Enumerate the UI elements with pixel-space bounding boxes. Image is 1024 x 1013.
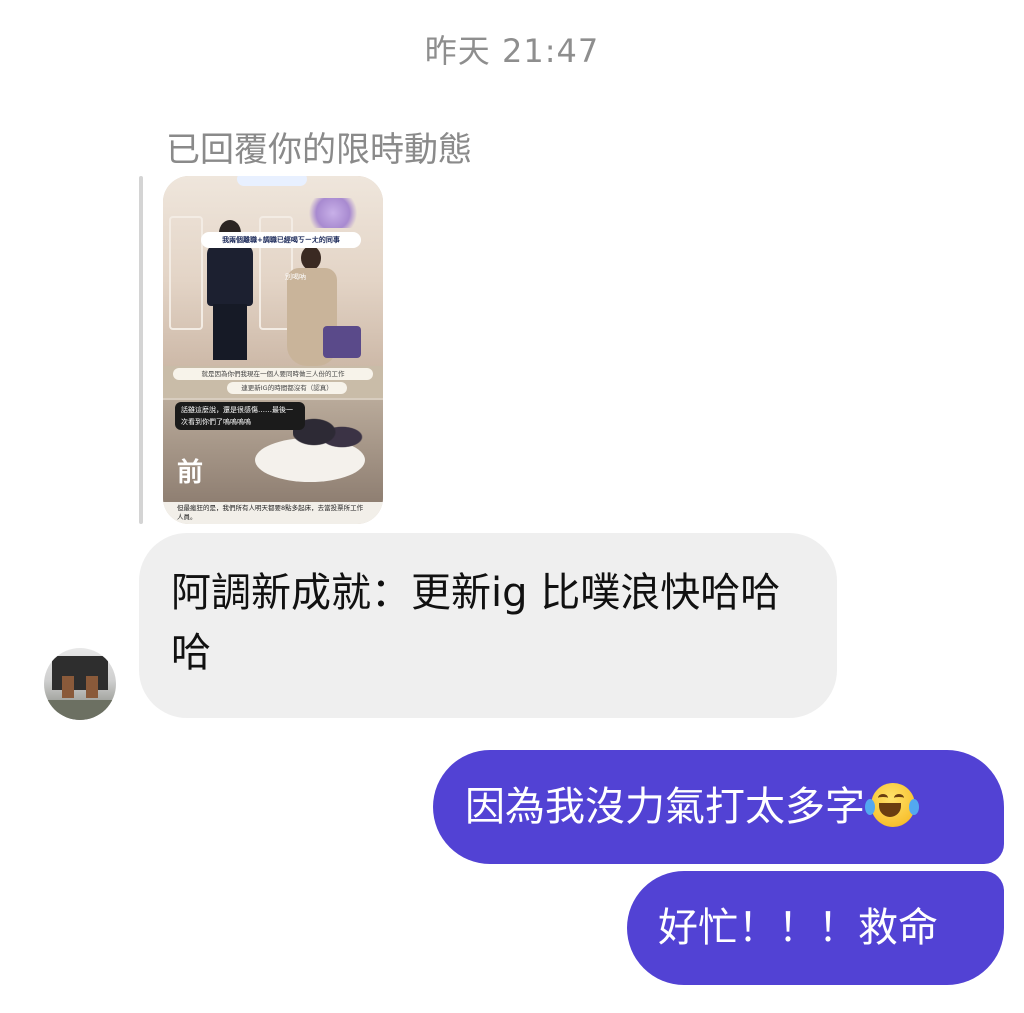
outgoing-message-text: 好忙！！！救命: [658, 905, 938, 951]
message-timestamp: 昨天 21:47: [424, 32, 600, 70]
reply-indicator-bar: [139, 176, 143, 524]
outgoing-message-bubble[interactable]: 好忙！！！救命: [627, 871, 1004, 985]
story-caption-line-1: 就是因為你們我現在一個人要同時做三人份的工作: [173, 368, 373, 380]
story-quote: 話雖這麼說，還是很感傷……最後一次看到你們了嗚嗚嗚嗚: [175, 402, 305, 430]
face-with-tears-of-joy-icon: [865, 781, 919, 829]
story-thumbnail[interactable]: 我兩個離職+調職已經喝ㄎㄧㄤ的同事 別喝吶 就是因為你們我現在一個人要同時做三人…: [163, 176, 383, 524]
chandelier: [303, 198, 363, 228]
outgoing-message-text: 因為我沒力氣打太多字: [465, 784, 865, 830]
story-top-tag: [237, 176, 307, 186]
story-reply-label: 已回覆你的限時動態: [166, 130, 472, 170]
story-side-tag: 別喝吶: [285, 273, 306, 281]
contact-avatar[interactable]: [44, 648, 116, 720]
story-top-caption: 我兩個離職+調職已經喝ㄎㄧㄤ的同事: [201, 232, 361, 248]
story-big-char: 前: [177, 458, 204, 488]
chat-thread: 昨天 21:47 已回覆你的限時動態 我兩個離職+調職已經喝ㄎㄧㄤ的同事 別喝吶…: [0, 0, 1024, 1013]
story-bottom-caption: 但最瘋狂的是，我們所有人明天都要8點多起床，去當投票所工作人員。: [163, 502, 383, 524]
outgoing-message-bubble[interactable]: 因為我沒力氣打太多字: [433, 750, 1004, 864]
wall-panel: [169, 216, 203, 330]
chair: [323, 326, 361, 358]
incoming-message-bubble[interactable]: 阿調新成就：更新ig 比噗浪快哈哈哈: [139, 533, 837, 718]
story-caption-line-2: 連更新IG的時間都沒有（認真）: [227, 382, 347, 394]
incoming-message-text: 阿調新成就：更新ig 比噗浪快哈哈哈: [171, 570, 781, 676]
